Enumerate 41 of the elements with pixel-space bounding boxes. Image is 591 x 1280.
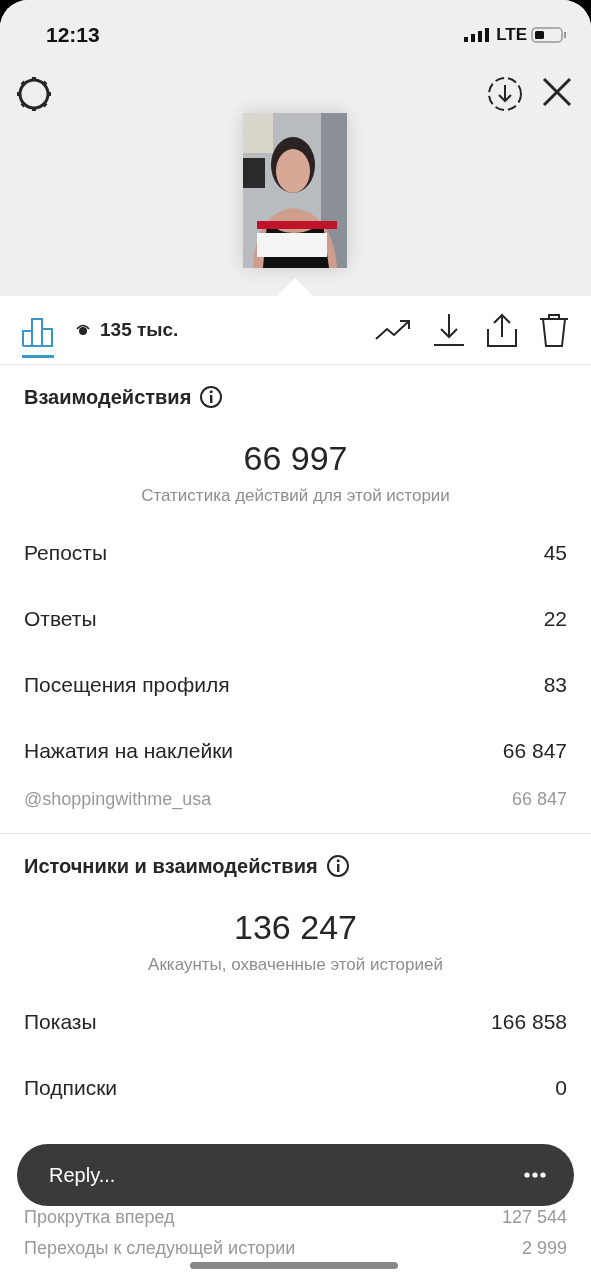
total-caption: Аккаунты, охваченные этой историей (147, 955, 444, 975)
metric-label: Прокрутка вперед (24, 1207, 175, 1228)
share-icon[interactable] (487, 313, 517, 347)
metric-value: 2 999 (521, 1238, 567, 1259)
metric-value: 45 (543, 541, 567, 565)
download-circle-icon[interactable] (487, 76, 523, 112)
settings-icon[interactable] (16, 76, 52, 112)
metric-label: Показы (24, 1010, 97, 1034)
total-caption: Статистика действий для этой истории (140, 486, 451, 506)
metric-label: Нажатия на наклейки (24, 739, 234, 763)
battery-icon (531, 27, 567, 43)
metric-value: 127 544 (501, 1207, 567, 1228)
network-label: LTE (496, 25, 527, 45)
section-title: Источники и взаимодействия (24, 854, 318, 878)
metric-label: Ответы (24, 607, 97, 631)
metric-label: Подписки (24, 1076, 118, 1100)
delete-icon[interactable] (539, 313, 569, 347)
metric-label: Репосты (24, 541, 108, 565)
total-count: 66 997 (242, 439, 349, 478)
metric-value: 66 847 (511, 789, 567, 810)
bar-chart-icon (22, 316, 54, 347)
metric-label: @shoppingwithme_usa (24, 789, 212, 810)
info-icon[interactable] (199, 385, 224, 409)
metric-value: 83 (543, 673, 567, 697)
metric-value: 0 (555, 1076, 567, 1100)
section-title: Взаимодействия (24, 385, 192, 409)
status-time: 12:13 (46, 23, 100, 47)
metric-value: 22 (543, 607, 567, 631)
total-count: 136 247 (233, 908, 358, 947)
metric-value: 66 847 (502, 739, 567, 763)
view-count: 135 тыс. (100, 319, 179, 341)
download-icon[interactable] (433, 313, 465, 347)
metric-value: 166 858 (491, 1010, 567, 1034)
close-icon[interactable] (541, 76, 573, 108)
reply-field[interactable]: Reply... (47, 1162, 351, 1188)
info-icon[interactable] (325, 854, 350, 878)
metric-label: Посещения профиля (24, 673, 230, 697)
more-icon[interactable] (524, 1172, 546, 1178)
trend-icon[interactable] (375, 318, 411, 342)
eye-icon (76, 324, 90, 336)
metric-label: Переходы к следующей истории (24, 1238, 296, 1259)
